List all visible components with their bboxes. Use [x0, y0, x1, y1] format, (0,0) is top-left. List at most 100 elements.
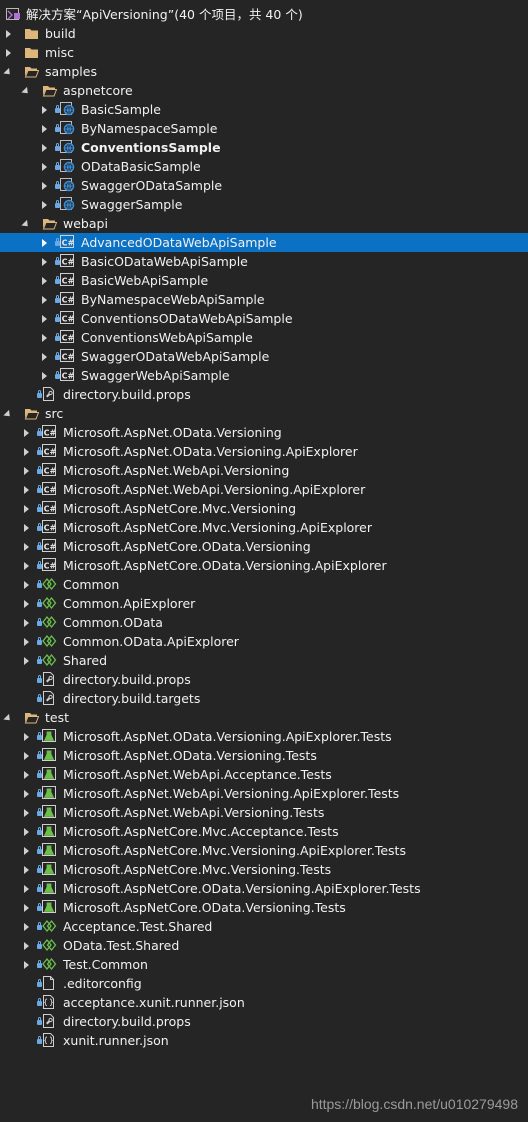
chevron-right-icon[interactable]: [20, 499, 32, 518]
chevron-right-icon[interactable]: [38, 157, 50, 176]
chevron-right-icon[interactable]: [20, 442, 32, 461]
chevron-right-icon[interactable]: [20, 955, 32, 974]
chevron-down-icon[interactable]: [2, 62, 14, 81]
tree-item[interactable]: SwaggerODataSample: [0, 176, 528, 195]
tree-item[interactable]: Common.OData: [0, 613, 528, 632]
chevron-down-icon[interactable]: [2, 404, 14, 423]
tree-item[interactable]: C# SwaggerWebApiSample: [0, 366, 528, 385]
chevron-right-icon[interactable]: [2, 43, 14, 62]
tree-item[interactable]: Microsoft.AspNetCore.OData.Versioning.Ap…: [0, 879, 528, 898]
chevron-right-icon[interactable]: [38, 271, 50, 290]
chevron-right-icon[interactable]: [20, 860, 32, 879]
chevron-right-icon[interactable]: [20, 822, 32, 841]
chevron-right-icon[interactable]: [38, 195, 50, 214]
tree-item[interactable]: C# Microsoft.AspNetCore.OData.Versioning.…: [0, 556, 528, 575]
tree-item[interactable]: samples: [0, 62, 528, 81]
chevron-right-icon[interactable]: [20, 613, 32, 632]
chevron-right-icon[interactable]: [20, 746, 32, 765]
tree-item[interactable]: directory.build.props: [0, 385, 528, 404]
chevron-right-icon[interactable]: [38, 366, 50, 385]
chevron-down-icon[interactable]: [20, 81, 32, 100]
tree-item[interactable]: xunit.runner.json: [0, 1031, 528, 1050]
tree-item[interactable]: Common.OData.ApiExplorer: [0, 632, 528, 651]
tree-item[interactable]: C# BasicODataWebApiSample: [0, 252, 528, 271]
tree-item[interactable]: C# BasicWebApiSample: [0, 271, 528, 290]
chevron-right-icon[interactable]: [38, 138, 50, 157]
tree-item[interactable]: .editorconfig: [0, 974, 528, 993]
tree-item[interactable]: C# Microsoft.AspNet.WebApi.Versioning.Api…: [0, 480, 528, 499]
chevron-right-icon[interactable]: [38, 100, 50, 119]
chevron-right-icon[interactable]: [38, 176, 50, 195]
chevron-right-icon[interactable]: [20, 556, 32, 575]
chevron-right-icon[interactable]: [20, 537, 32, 556]
chevron-right-icon[interactable]: [20, 765, 32, 784]
tree-item[interactable]: Microsoft.AspNetCore.Mvc.Acceptance.Test…: [0, 822, 528, 841]
chevron-right-icon[interactable]: [2, 24, 14, 43]
tree-item[interactable]: OData.Test.Shared: [0, 936, 528, 955]
tree-item[interactable]: Microsoft.AspNet.WebApi.Acceptance.Tests: [0, 765, 528, 784]
tree-item[interactable]: C# Microsoft.AspNetCore.Mvc.Versioning.Ap…: [0, 518, 528, 537]
chevron-right-icon[interactable]: [20, 575, 32, 594]
tree-item[interactable]: aspnetcore: [0, 81, 528, 100]
tree-item[interactable]: build: [0, 24, 528, 43]
chevron-right-icon[interactable]: [38, 119, 50, 138]
tree-item[interactable]: Acceptance.Test.Shared: [0, 917, 528, 936]
tree-item[interactable]: Microsoft.AspNet.OData.Versioning.Tests: [0, 746, 528, 765]
chevron-right-icon[interactable]: [38, 309, 50, 328]
chevron-right-icon[interactable]: [20, 936, 32, 955]
tree-item[interactable]: Microsoft.AspNetCore.Mvc.Versioning.ApiE…: [0, 841, 528, 860]
chevron-right-icon[interactable]: [20, 784, 32, 803]
tree-item[interactable]: C# Microsoft.AspNet.OData.Versioning.ApiE…: [0, 442, 528, 461]
tree-item[interactable]: Test.Common: [0, 955, 528, 974]
tree-item[interactable]: Microsoft.AspNetCore.Mvc.Versioning.Test…: [0, 860, 528, 879]
tree-item[interactable]: Microsoft.AspNetCore.OData.Versioning.Te…: [0, 898, 528, 917]
tree-item[interactable]: C# Microsoft.AspNetCore.Mvc.Versioning: [0, 499, 528, 518]
chevron-right-icon[interactable]: [20, 651, 32, 670]
chevron-right-icon[interactable]: [38, 347, 50, 366]
chevron-right-icon[interactable]: [38, 233, 50, 252]
tree-item[interactable]: Shared: [0, 651, 528, 670]
tree-item[interactable]: Microsoft.AspNet.WebApi.Versioning.Tests: [0, 803, 528, 822]
chevron-down-icon[interactable]: [2, 708, 14, 727]
tree-item[interactable]: directory.build.targets: [0, 689, 528, 708]
tree-item[interactable]: C# SwaggerODataWebApiSample: [0, 347, 528, 366]
tree-item[interactable]: webapi: [0, 214, 528, 233]
chevron-right-icon[interactable]: [20, 594, 32, 613]
chevron-right-icon[interactable]: [38, 328, 50, 347]
tree-item[interactable]: directory.build.props: [0, 1012, 528, 1031]
chevron-right-icon[interactable]: [20, 518, 32, 537]
tree-item[interactable]: C# Microsoft.AspNetCore.OData.Versioning: [0, 537, 528, 556]
tree-item[interactable]: C# Microsoft.AspNet.WebApi.Versioning: [0, 461, 528, 480]
solution-root[interactable]: 解决方案“ApiVersioning”(40 个项目，共 40 个): [0, 5, 528, 24]
tree-item[interactable]: BasicSample: [0, 100, 528, 119]
chevron-right-icon[interactable]: [20, 803, 32, 822]
tree-item[interactable]: C# AdvancedODataWebApiSample: [0, 233, 528, 252]
tree-item[interactable]: Common: [0, 575, 528, 594]
tree-item[interactable]: directory.build.props: [0, 670, 528, 689]
tree-item[interactable]: C# ConventionsWebApiSample: [0, 328, 528, 347]
tree-item[interactable]: C# ConventionsODataWebApiSample: [0, 309, 528, 328]
chevron-down-icon[interactable]: [20, 214, 32, 233]
tree-item[interactable]: C# Microsoft.AspNet.OData.Versioning: [0, 423, 528, 442]
tree-item[interactable]: acceptance.xunit.runner.json: [0, 993, 528, 1012]
tree-item[interactable]: Microsoft.AspNet.OData.Versioning.ApiExp…: [0, 727, 528, 746]
chevron-right-icon[interactable]: [38, 290, 50, 309]
chevron-right-icon[interactable]: [20, 423, 32, 442]
tree-item[interactable]: misc: [0, 43, 528, 62]
chevron-right-icon[interactable]: [20, 727, 32, 746]
chevron-right-icon[interactable]: [38, 252, 50, 271]
chevron-right-icon[interactable]: [20, 917, 32, 936]
tree-item[interactable]: test: [0, 708, 528, 727]
chevron-right-icon[interactable]: [20, 480, 32, 499]
chevron-right-icon[interactable]: [20, 898, 32, 917]
tree-item[interactable]: SwaggerSample: [0, 195, 528, 214]
chevron-right-icon[interactable]: [20, 632, 32, 651]
tree-item[interactable]: Common.ApiExplorer: [0, 594, 528, 613]
chevron-right-icon[interactable]: [20, 879, 32, 898]
tree-item[interactable]: Microsoft.AspNet.WebApi.Versioning.ApiEx…: [0, 784, 528, 803]
chevron-right-icon[interactable]: [20, 841, 32, 860]
tree-item[interactable]: ByNamespaceSample: [0, 119, 528, 138]
tree-item[interactable]: src: [0, 404, 528, 423]
tree-item[interactable]: ConventionsSample: [0, 138, 528, 157]
tree-item[interactable]: ODataBasicSample: [0, 157, 528, 176]
